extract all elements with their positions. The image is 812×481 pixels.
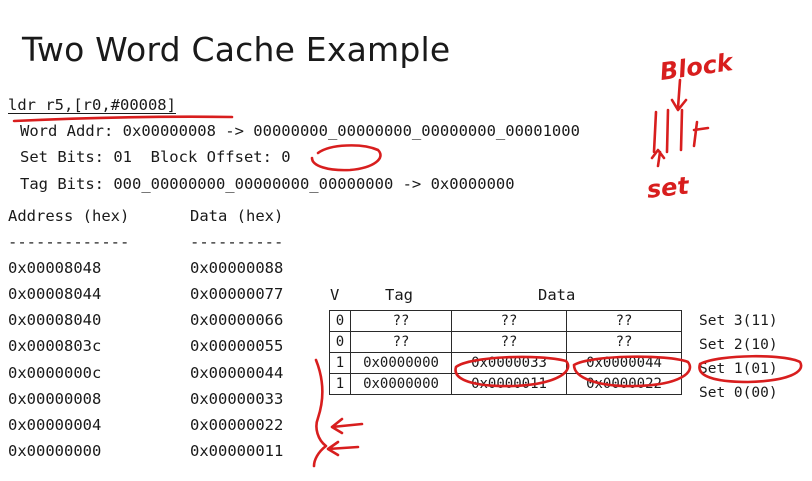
ink-underline (12, 115, 234, 123)
cache-data-cell: ?? (451, 310, 567, 332)
cache-table: 0 ?? ?? ?? 0 ?? ?? ?? 1 0x0000000 0x0000… (329, 310, 682, 395)
cache-data-cell: 0x0000044 (566, 352, 682, 374)
cache-set-label: Set 2(10) (699, 337, 778, 353)
ink-strike (692, 126, 710, 132)
instruction-line: ldr r5,[r0,#00008] (8, 96, 176, 114)
cache-tag-cell: ?? (350, 310, 452, 332)
ink-block-arrow (670, 78, 688, 112)
cache-set-label: Set 1(01) (699, 361, 778, 377)
memory-data-cell: 0x00000044 (190, 364, 284, 382)
memory-address-cell: 0x00008040 (8, 311, 102, 329)
cache-row: 1 0x0000000 0x0000011 0x0000022 (329, 373, 682, 395)
memory-data-cell: 0x00000055 (190, 337, 284, 355)
memory-data-cell: 0x00000066 (190, 311, 284, 329)
cache-tag-header: Tag (385, 286, 413, 304)
cache-data-cell: 0x0000033 (451, 352, 567, 374)
memory-address-cell: 0x00000008 (8, 390, 102, 408)
ink-tick-1 (652, 110, 658, 154)
memory-data-separator: ---------- (190, 233, 284, 251)
cache-row: 1 0x0000000 0x0000033 0x0000044 (329, 352, 682, 374)
ink-brace (312, 358, 328, 468)
memory-address-cell: 0x00000004 (8, 416, 102, 434)
cache-tag-cell: 0x0000000 (350, 352, 452, 374)
cache-data-cell: ?? (451, 331, 567, 353)
cache-tag-cell: 0x0000000 (350, 373, 452, 395)
memory-address-cell: 0x00008044 (8, 285, 102, 303)
cache-set-label: Set 0(00) (699, 385, 778, 401)
cache-row: 0 ?? ?? ?? (329, 310, 682, 332)
cache-tag-cell: ?? (350, 331, 452, 353)
ink-label-set: set (645, 171, 691, 203)
set-bits-line: Set Bits: 01 Block Offset: 0 (20, 148, 291, 166)
memory-address-separator: ------------- (8, 233, 130, 251)
ink-tick-2 (665, 108, 670, 154)
ink-arrow-1 (330, 417, 364, 435)
memory-address-cell: 0x0000000c (8, 364, 102, 382)
memory-address-header: Address (hex) (8, 207, 130, 225)
slide-title: Two Word Cache Example (22, 30, 451, 69)
word-addr-line: Word Addr: 0x00000008 -> 00000000_000000… (20, 122, 580, 140)
memory-address-cell: 0x00000000 (8, 442, 102, 460)
memory-data-cell: 0x00000088 (190, 259, 284, 277)
cache-valid-bit: 0 (329, 331, 351, 353)
cache-valid-bit: 1 (329, 373, 351, 395)
memory-address-cell: 0x00008048 (8, 259, 102, 277)
ink-circle-block-offset (310, 144, 382, 172)
memory-data-cell: 0x00000033 (190, 390, 284, 408)
cache-data-cell: ?? (566, 331, 682, 353)
ink-tick-4 (692, 120, 699, 148)
cache-valid-bit: 0 (329, 310, 351, 332)
ink-tick-3 (679, 108, 684, 152)
memory-data-cell: 0x00000022 (190, 416, 284, 434)
tag-bits-line: Tag Bits: 000_00000000_00000000_00000000… (20, 175, 515, 193)
memory-data-cell: 0x00000011 (190, 442, 284, 460)
ink-set-arrow (650, 148, 666, 168)
cache-v-header: V (330, 286, 340, 304)
cache-data-cell: ?? (566, 310, 682, 332)
ink-label-block: Block (658, 48, 736, 86)
cache-valid-bit: 1 (329, 352, 351, 374)
memory-data-cell: 0x00000077 (190, 285, 284, 303)
cache-data-cell: 0x0000011 (451, 373, 567, 395)
ink-arrow-2 (326, 440, 360, 457)
memory-data-header: Data (hex) (190, 207, 284, 225)
cache-data-header: Data (538, 286, 576, 304)
memory-address-cell: 0x0000803c (8, 337, 102, 355)
cache-set-label: Set 3(11) (699, 313, 778, 329)
cache-row: 0 ?? ?? ?? (329, 331, 682, 353)
cache-data-cell: 0x0000022 (566, 373, 682, 395)
